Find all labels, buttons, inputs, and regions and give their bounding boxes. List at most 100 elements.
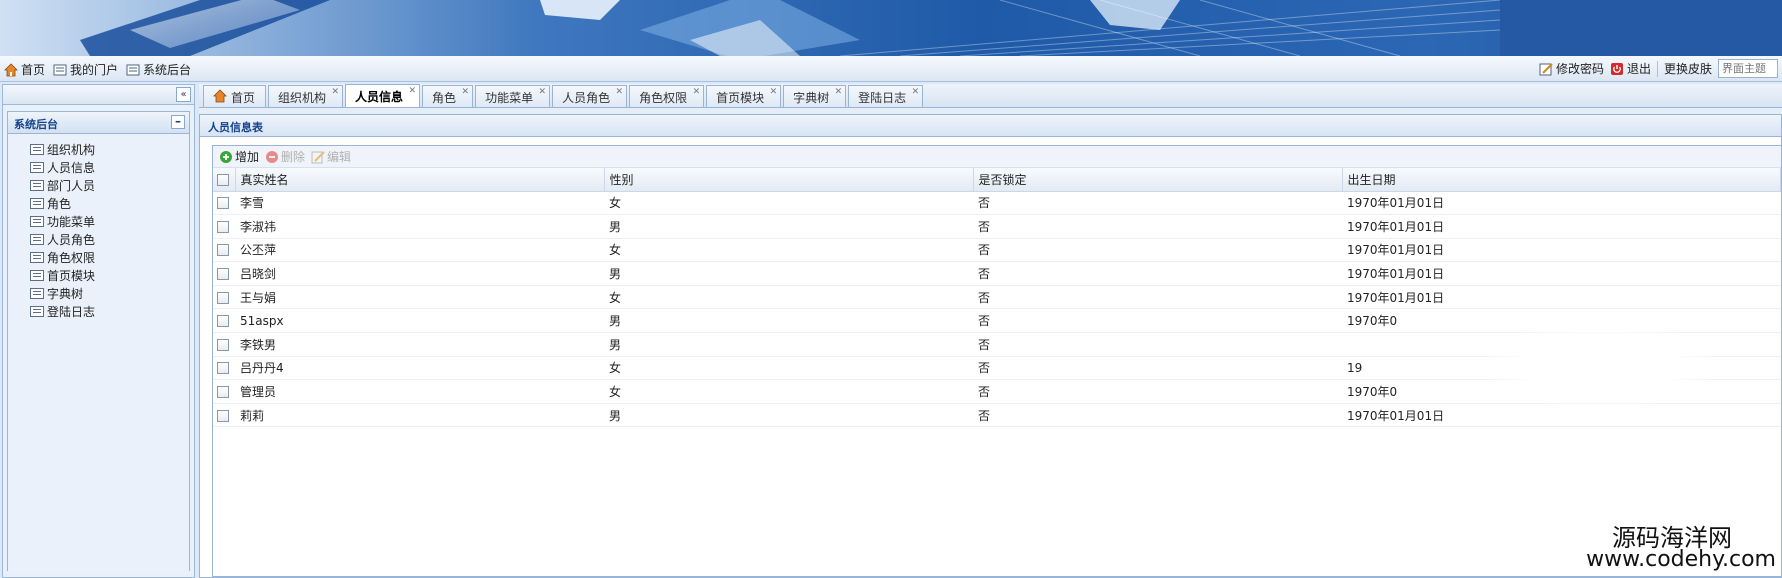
row-checkbox[interactable] bbox=[217, 409, 229, 422]
top-actions: 修改密码 退出 更换皮肤 bbox=[1539, 59, 1778, 78]
column-header-locked[interactable]: 是否锁定 bbox=[973, 168, 1343, 192]
divider bbox=[1656, 60, 1658, 77]
row-checkbox[interactable] bbox=[217, 244, 229, 257]
sidebar-item-menu[interactable]: 功能菜单 bbox=[30, 212, 189, 230]
tab-label: 字典树 bbox=[793, 91, 830, 105]
cell-name: 吕丹丹4 bbox=[235, 356, 604, 381]
edit-button[interactable]: 编辑 bbox=[311, 148, 351, 165]
accordion-header[interactable]: 系统后台 – bbox=[8, 112, 189, 134]
sidebar-item-label: 人员信息 bbox=[47, 160, 96, 175]
cell-gender: 男 bbox=[604, 308, 973, 334]
cell-birthdate: 1970年01月01日 bbox=[1342, 285, 1781, 310]
cell-name: 吕晓剑 bbox=[235, 261, 604, 286]
close-icon[interactable]: ✕ bbox=[331, 87, 339, 97]
tab-role-perm[interactable]: 角色权限 ✕ bbox=[629, 85, 705, 107]
row-checkbox[interactable] bbox=[217, 197, 229, 210]
column-header-name[interactable]: 真实姓名 bbox=[235, 168, 605, 192]
row-checkbox[interactable] bbox=[217, 338, 229, 351]
logout-button[interactable]: 退出 bbox=[1610, 60, 1651, 77]
node-icon bbox=[30, 161, 44, 173]
select-all-checkbox[interactable] bbox=[217, 173, 229, 186]
row-checkbox[interactable] bbox=[217, 362, 229, 375]
cell-name: 李雪 bbox=[235, 191, 604, 216]
cell-gender: 男 bbox=[604, 214, 973, 239]
tab-personnel[interactable]: 人员信息 ✕ bbox=[345, 84, 421, 107]
sidebar-item-home-module[interactable]: 首页模块 bbox=[30, 266, 189, 284]
close-icon[interactable]: ✕ bbox=[616, 87, 624, 97]
close-icon[interactable]: ✕ bbox=[835, 87, 843, 97]
row-checkbox[interactable] bbox=[217, 315, 229, 328]
sidebar-item-role[interactable]: 角色 bbox=[30, 194, 189, 212]
accordion-collapse-button[interactable]: – bbox=[171, 115, 185, 129]
close-icon[interactable]: ✕ bbox=[462, 87, 470, 97]
table-row[interactable]: 李雪女否 1970年01月01日 bbox=[213, 191, 1781, 216]
cell-birthdate: 1970年01月01日 bbox=[1342, 261, 1781, 286]
column-header-gender[interactable]: 性别 bbox=[604, 168, 974, 192]
sidebar-item-personnel[interactable]: 人员信息 bbox=[30, 158, 189, 176]
sidebar-item-org[interactable]: 组织机构 bbox=[30, 140, 189, 158]
tab-home-module[interactable]: 首页模块 ✕ bbox=[706, 85, 782, 107]
sidebar-item-dict[interactable]: 字典树 bbox=[30, 284, 189, 302]
close-icon[interactable]: ✕ bbox=[409, 86, 417, 96]
sidebar-item-user-role[interactable]: 人员角色 bbox=[30, 230, 189, 248]
tab-home[interactable]: 首页 bbox=[203, 85, 267, 107]
my-portal-link[interactable]: 我的门户 bbox=[53, 61, 118, 78]
table-row[interactable]: 王与娟女否 1970年01月01日 bbox=[213, 285, 1781, 310]
accordion-title: 系统后台 bbox=[14, 118, 58, 131]
select-all-cell bbox=[213, 168, 236, 192]
table-row[interactable]: 公丕萍女否 1970年01月01日 bbox=[213, 238, 1781, 263]
theme-select[interactable] bbox=[1718, 59, 1778, 78]
home-link[interactable]: 首页 bbox=[4, 61, 45, 78]
tab-role[interactable]: 角色 ✕ bbox=[422, 85, 474, 107]
row-select-cell bbox=[213, 191, 235, 216]
cell-locked: 否 bbox=[973, 332, 1342, 357]
system-admin-link[interactable]: 系统后台 bbox=[126, 61, 191, 78]
sidebar: « 系统后台 – 组织机构 人员信息 部门人员 角色 功能菜单 人员角色 角色权… bbox=[2, 84, 195, 578]
cell-locked: 否 bbox=[973, 308, 1342, 334]
sidebar-item-role-perm[interactable]: 角色权限 bbox=[30, 248, 189, 266]
close-icon[interactable]: ✕ bbox=[693, 87, 701, 97]
home-link-label: 首页 bbox=[21, 63, 46, 77]
watermark-blur bbox=[1470, 318, 1730, 413]
row-select-cell bbox=[213, 261, 235, 286]
system-admin-label: 系统后台 bbox=[143, 63, 192, 77]
cell-birthdate: 1970年01月01日 bbox=[1342, 238, 1781, 263]
close-icon[interactable]: ✕ bbox=[770, 87, 778, 97]
cell-locked: 否 bbox=[973, 379, 1342, 404]
close-icon[interactable]: ✕ bbox=[912, 87, 920, 97]
row-select-cell bbox=[213, 356, 235, 381]
top-nav: 首页 我的门户 系统后台 bbox=[4, 61, 191, 78]
table-row[interactable]: 李淑祎男否 1970年01月01日 bbox=[213, 214, 1781, 239]
sidebar-item-login-log[interactable]: 登陆日志 bbox=[30, 302, 189, 320]
row-checkbox[interactable] bbox=[217, 268, 229, 281]
tab-org[interactable]: 组织机构 ✕ bbox=[268, 85, 344, 107]
column-header-birthdate[interactable]: 出生日期 bbox=[1342, 168, 1781, 192]
change-password-button[interactable]: 修改密码 bbox=[1539, 60, 1604, 77]
sidebar-item-label: 人员角色 bbox=[47, 232, 96, 247]
sidebar-item-dept-staff[interactable]: 部门人员 bbox=[30, 176, 189, 194]
edit-password-icon bbox=[1539, 62, 1553, 75]
add-button[interactable]: 增加 bbox=[219, 148, 259, 165]
tab-user-role[interactable]: 人员角色 ✕ bbox=[552, 85, 628, 107]
row-checkbox[interactable] bbox=[217, 291, 229, 304]
tab-menu[interactable]: 功能菜单 ✕ bbox=[475, 85, 551, 107]
cell-gender: 男 bbox=[604, 403, 973, 428]
node-icon bbox=[30, 251, 44, 263]
cell-name: 莉莉 bbox=[235, 403, 604, 428]
node-icon bbox=[30, 179, 44, 191]
delete-button[interactable]: 删除 bbox=[265, 148, 305, 165]
cell-name: 李铁男 bbox=[235, 332, 604, 357]
close-icon[interactable]: ✕ bbox=[539, 87, 547, 97]
row-checkbox[interactable] bbox=[217, 386, 229, 399]
row-checkbox[interactable] bbox=[217, 220, 229, 233]
delete-icon bbox=[266, 150, 279, 163]
banner-graphic bbox=[80, 0, 1782, 56]
sidebar-item-label: 首页模块 bbox=[47, 268, 96, 283]
cell-name: 李淑祎 bbox=[235, 214, 604, 239]
table-row[interactable]: 吕晓剑男否 1970年01月01日 bbox=[213, 261, 1781, 286]
tab-login-log[interactable]: 登陆日志 ✕ bbox=[848, 85, 924, 107]
cell-locked: 否 bbox=[973, 191, 1342, 216]
cell-locked: 否 bbox=[973, 356, 1342, 381]
collapse-sidebar-button[interactable]: « bbox=[176, 87, 191, 102]
tab-dict[interactable]: 字典树 ✕ bbox=[783, 85, 847, 107]
